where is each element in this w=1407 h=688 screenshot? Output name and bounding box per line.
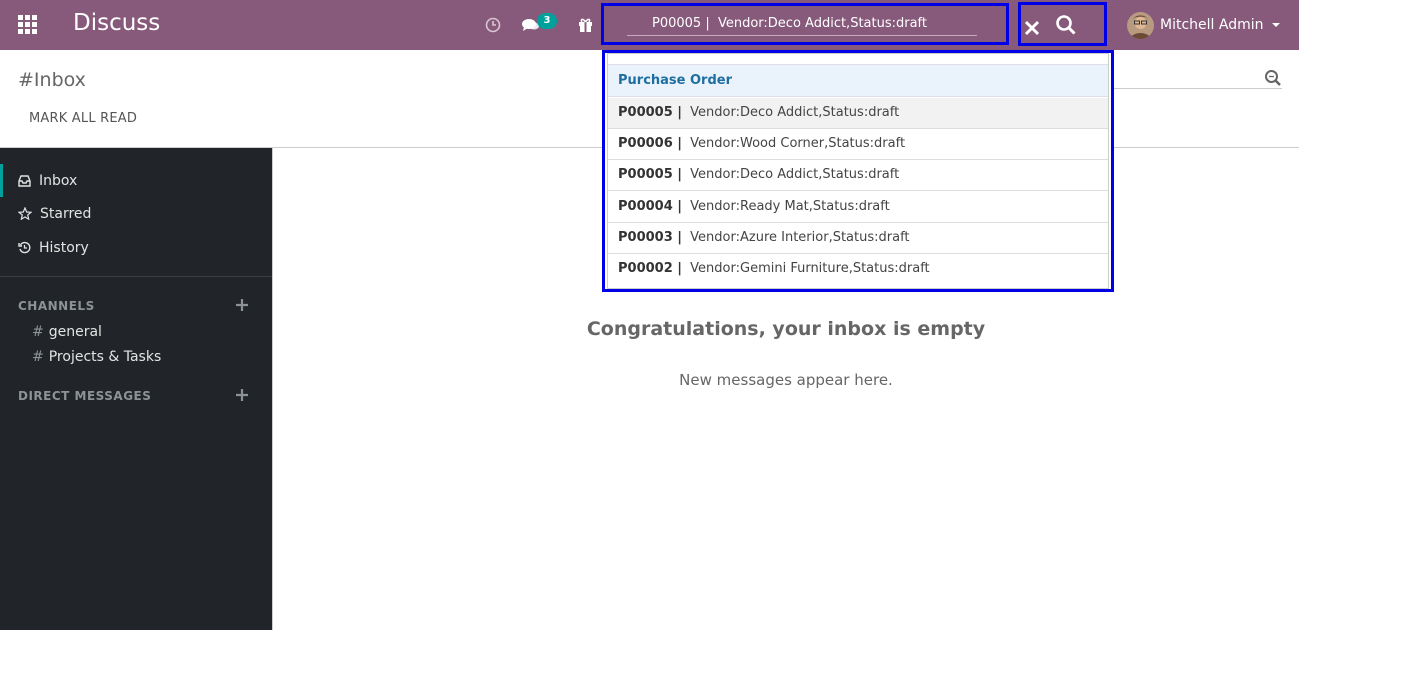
autocomplete-list: Purchase Order P00005 | Vendor:Deco Addi… [607, 53, 1109, 289]
hash-icon: # [32, 324, 44, 340]
channel-projects-tasks[interactable]: # Projects & Tasks [32, 349, 161, 365]
gift-icon[interactable] [577, 14, 594, 36]
chevron-down-icon [1271, 23, 1280, 27]
sidebar-divider [0, 276, 272, 277]
sidebar-item-label: Inbox [39, 172, 78, 189]
user-menu[interactable]: Mitchell Admin [1127, 9, 1280, 41]
channel-label: general [48, 324, 102, 340]
po-code: P00002 | [618, 261, 683, 276]
autocomplete-item[interactable]: P00005 | Vendor:Deco Addict,Status:draft [608, 160, 1108, 191]
search-icon[interactable] [1264, 69, 1282, 87]
sidebar-item-starred[interactable]: Starred [0, 197, 272, 230]
sidebar-item-inbox[interactable]: Inbox [0, 164, 272, 197]
autocomplete-item[interactable]: P00006 | Vendor:Wood Corner,Status:draft [608, 129, 1108, 160]
po-code: P00006 | [618, 136, 683, 151]
po-details: Vendor:Wood Corner,Status:draft [690, 136, 906, 151]
star-icon [18, 207, 32, 220]
apps-menu-icon[interactable] [18, 15, 38, 35]
clock-icon[interactable] [484, 14, 502, 36]
po-code: P00005 | [618, 105, 683, 120]
channel-label: Projects & Tasks [48, 349, 162, 365]
channel-general[interactable]: # general [32, 324, 102, 340]
empty-inbox-title: Congratulations, your inbox is empty [586, 318, 986, 340]
add-direct-message-icon[interactable] [235, 388, 249, 402]
po-code: P00005 | [618, 167, 683, 182]
add-channel-icon[interactable] [235, 298, 249, 312]
content-divider [272, 148, 273, 630]
direct-messages-header[interactable]: DIRECT MESSAGES [18, 389, 151, 403]
po-code: P00004 | [618, 199, 683, 214]
sidebar-item-history[interactable]: History [0, 231, 272, 264]
sidebar: Inbox Starred History CHANNELS # general … [0, 148, 272, 630]
po-details: Vendor:Deco Addict,Status:draft [690, 167, 900, 182]
panel-search-input[interactable] [1110, 88, 1282, 89]
search-autocomplete-dropdown: Purchase Order P00005 | Vendor:Deco Addi… [602, 50, 1114, 292]
sidebar-item-label: History [39, 239, 89, 256]
autocomplete-category: Purchase Order [608, 64, 1108, 97]
user-name: Mitchell Admin [1160, 17, 1264, 33]
mark-all-read-button[interactable]: MARK ALL READ [19, 109, 147, 128]
empty-inbox-subtitle: New messages appear here. [679, 371, 893, 389]
history-icon [18, 241, 31, 254]
autocomplete-item[interactable]: P00002 | Vendor:Gemini Furniture,Status:… [608, 254, 1108, 285]
inbox-icon [18, 174, 31, 187]
po-details: Vendor:Gemini Furniture,Status:draft [690, 261, 930, 276]
autocomplete-item[interactable]: P00004 | Vendor:Ready Mat,Status:draft [608, 192, 1108, 223]
app-title: Discuss [73, 10, 161, 36]
po-details: Vendor:Ready Mat,Status:draft [690, 199, 890, 214]
po-details: Vendor:Deco Addict,Status:draft [690, 105, 900, 120]
sidebar-item-label: Starred [40, 205, 92, 222]
search-box-highlight [601, 3, 1009, 45]
channels-header[interactable]: CHANNELS [18, 299, 95, 313]
chat-count-badge: 3 [537, 13, 557, 29]
po-code: P00003 | [618, 230, 683, 245]
close-icon[interactable] [1024, 20, 1040, 36]
autocomplete-item[interactable]: P00003 | Vendor:Azure Interior,Status:dr… [608, 223, 1108, 254]
autocomplete-item[interactable]: P00005 | Vendor:Deco Addict,Status:draft [608, 98, 1108, 129]
avatar [1127, 11, 1154, 39]
breadcrumb: #Inbox [18, 69, 86, 91]
search-icon[interactable] [1055, 14, 1077, 36]
search-input[interactable] [627, 12, 977, 36]
po-details: Vendor:Azure Interior,Status:draft [690, 230, 910, 245]
hash-icon: # [32, 349, 44, 365]
